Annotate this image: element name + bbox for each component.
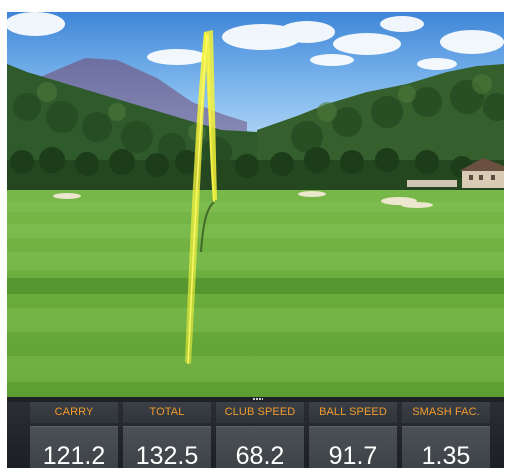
stat-value: 121.2 — [42, 442, 106, 468]
stat-label: TOTAL — [123, 402, 211, 423]
stat-value: 68.2 — [235, 442, 285, 468]
stat-ball-speed: BALL SPEED 91.7 — [309, 402, 397, 468]
scene-canvas — [7, 12, 504, 398]
grip-dots-icon[interactable] — [253, 398, 263, 400]
stat-value: 1.35 — [421, 442, 471, 468]
stat-label: BALL SPEED — [309, 402, 397, 423]
stat-total: TOTAL 132.5 — [123, 402, 211, 468]
stat-value-box: 1.35 — [402, 426, 490, 468]
stat-value-box: 91.7 — [309, 426, 397, 468]
stat-label: CLUB SPEED — [216, 402, 304, 423]
stat-value: 132.5 — [135, 442, 199, 468]
stat-smash-factor: SMASH FAC. 1.35 — [402, 402, 490, 468]
stat-carry: CARRY 121.2 — [30, 402, 118, 468]
golf-course-scene — [7, 12, 504, 398]
rough-band — [7, 278, 504, 294]
stat-label: CARRY — [30, 402, 118, 423]
stat-value: 91.7 — [328, 442, 378, 468]
shot-stats-panel: CARRY 121.2 TOTAL 132.5 CLUB SPEED 68.2 … — [7, 402, 504, 468]
stat-label: SMASH FAC. — [402, 402, 490, 423]
golf-simulator-window: CARRY 121.2 TOTAL 132.5 CLUB SPEED 68.2 … — [0, 0, 507, 468]
stat-value-box: 132.5 — [123, 426, 211, 468]
stat-value-box: 121.2 — [30, 426, 118, 468]
stat-value-box: 68.2 — [216, 426, 304, 468]
stat-club-speed: CLUB SPEED 68.2 — [216, 402, 304, 468]
